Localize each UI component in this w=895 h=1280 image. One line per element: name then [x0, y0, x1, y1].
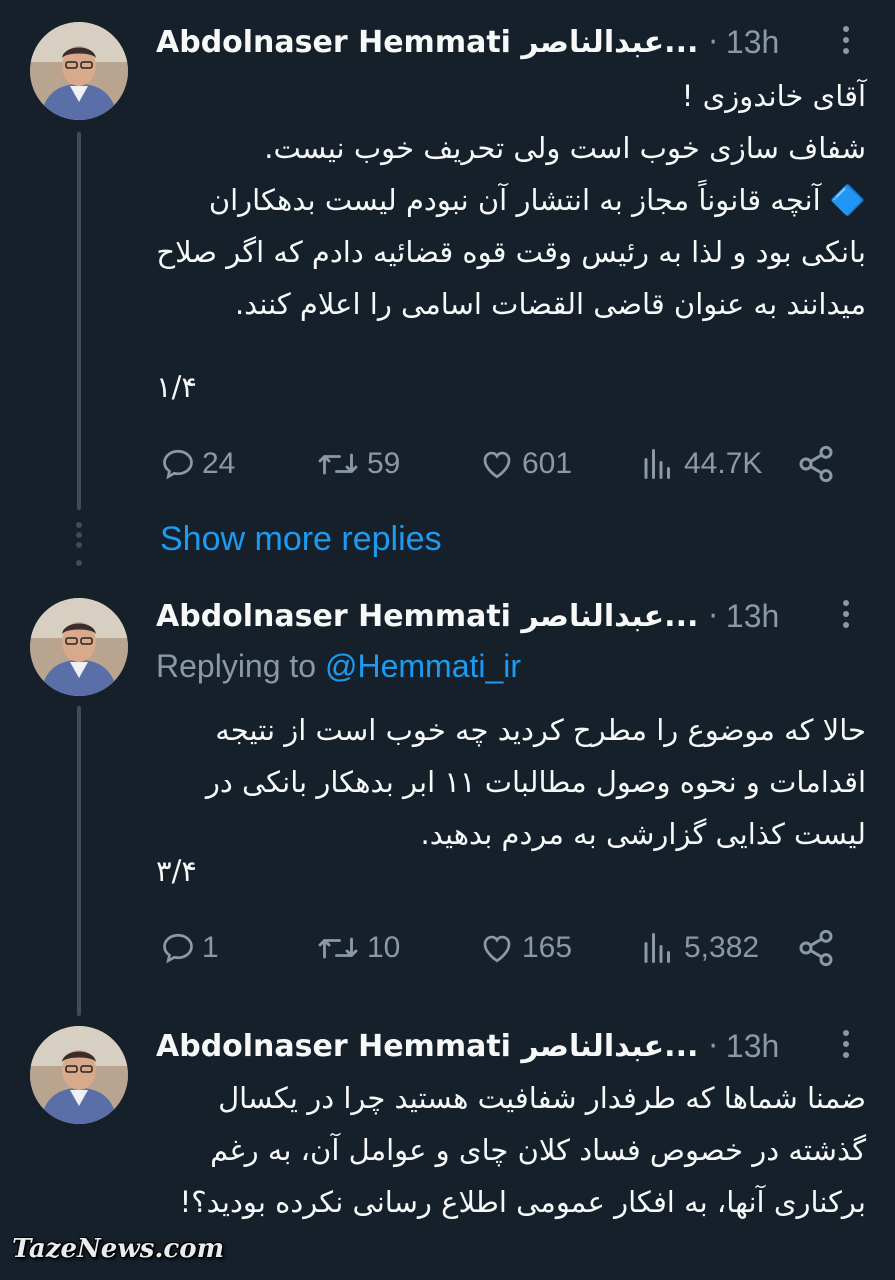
more-icon[interactable] — [838, 1030, 854, 1062]
tweet-header: Abdolnaser Hemmati عبدالناصر... · 13h — [156, 1026, 779, 1066]
reply-count: 24 — [202, 447, 236, 480]
tweet[interactable]: Abdolnaser Hemmati عبدالناصر... · 13h آق… — [0, 0, 895, 520]
timestamp[interactable]: 13h — [726, 1028, 779, 1065]
avatar[interactable] — [30, 22, 128, 120]
share-icon — [799, 445, 833, 483]
separator-dot: · — [708, 1028, 718, 1064]
share-icon — [799, 929, 833, 967]
avatar-image — [30, 598, 128, 696]
timestamp[interactable]: 13h — [726, 24, 779, 61]
tweet-header: Abdolnaser Hemmati عبدالناصر... · 13h — [156, 596, 779, 636]
retweet-icon — [318, 453, 358, 475]
like-count: 601 — [522, 447, 573, 480]
like-button[interactable]: 601 — [478, 442, 572, 486]
tweet-text: آقای خاندوزی ! شفاف سازی خوب است ولی تحر… — [156, 79, 866, 321]
replying-to-label: Replying to — [156, 648, 317, 684]
avatar[interactable] — [30, 598, 128, 696]
watermark: TazeNews.com — [12, 1234, 225, 1264]
share-button[interactable] — [796, 442, 842, 486]
views-icon — [644, 933, 670, 963]
action-bar: 1 10 165 5,382 — [160, 926, 840, 970]
tweet-text: حالا که موضوع را مطرح کردید چه خوب است ا… — [205, 713, 866, 851]
retweet-button[interactable]: 10 — [315, 926, 400, 970]
replying-to-handle[interactable]: @Hemmati_ir — [325, 648, 521, 684]
separator-dot: · — [708, 24, 718, 60]
retweet-count: 10 — [367, 931, 401, 964]
reply-button[interactable]: 1 — [160, 926, 219, 970]
thread-counter: ۱/۴ — [156, 370, 197, 404]
more-icon[interactable] — [838, 600, 854, 632]
author-name[interactable]: Abdolnaser Hemmati عبدالناصر... — [156, 599, 698, 634]
tweet-header: Abdolnaser Hemmati عبدالناصر... · 13h — [156, 22, 779, 62]
separator-dot: · — [708, 598, 718, 634]
like-count: 165 — [522, 931, 573, 964]
heart-icon — [483, 935, 511, 963]
thread-counter: ۳/۴ — [156, 854, 197, 888]
show-more-replies-link[interactable]: Show more replies — [160, 520, 442, 559]
views-count: 44.7K — [684, 447, 763, 480]
more-icon[interactable] — [838, 26, 854, 58]
author-name[interactable]: Abdolnaser Hemmati عبدالناصر... — [156, 1029, 698, 1064]
thread-gap-dots — [75, 522, 83, 552]
reply-icon — [163, 933, 193, 964]
retweet-icon — [318, 937, 358, 959]
author-name[interactable]: Abdolnaser Hemmati عبدالناصر... — [156, 25, 698, 60]
avatar-image — [30, 22, 128, 120]
replying-to: Replying to @Hemmati_ir — [156, 648, 521, 685]
retweet-button[interactable]: 59 — [315, 442, 400, 486]
reply-icon — [163, 449, 193, 480]
action-bar: 24 59 601 44.7K — [160, 442, 840, 486]
share-button[interactable] — [796, 926, 842, 970]
retweet-count: 59 — [367, 447, 401, 480]
views-button[interactable]: 5,382 — [638, 926, 759, 970]
reply-button[interactable]: 24 — [160, 442, 235, 486]
views-button[interactable]: 44.7K — [638, 442, 762, 486]
views-count: 5,382 — [684, 931, 760, 964]
views-icon — [644, 449, 670, 479]
tweet[interactable]: Abdolnaser Hemmati عبدالناصر... · 13h Re… — [0, 596, 895, 1006]
avatar[interactable] — [30, 1026, 128, 1124]
tweet-text: ضمنا شماها که طرفدار شفافیت هستید چرا در… — [179, 1081, 866, 1219]
reply-count: 1 — [202, 931, 219, 964]
like-button[interactable]: 165 — [478, 926, 572, 970]
timestamp[interactable]: 13h — [726, 598, 779, 635]
avatar-image — [30, 1026, 128, 1124]
heart-icon — [483, 451, 511, 479]
thread-gap-dots — [75, 560, 83, 570]
